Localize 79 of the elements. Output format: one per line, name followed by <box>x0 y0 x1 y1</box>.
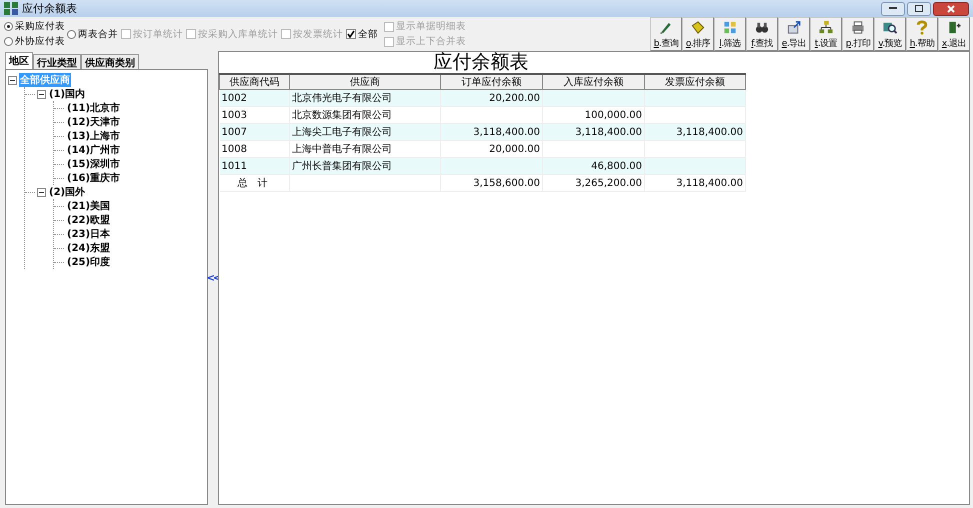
toolbar-button[interactable]: v.预览 <box>874 17 906 51</box>
printer-icon <box>850 20 866 35</box>
checkbox-label: 按发票统计 <box>293 28 343 40</box>
binoculars-icon <box>754 20 770 35</box>
tree-item[interactable]: (1)国内 <box>48 87 86 101</box>
table-cell: 北京伟光电子有限公司 <box>290 90 440 106</box>
checkbox[interactable] <box>346 29 356 39</box>
tree-item[interactable]: (2)国外 <box>48 185 86 199</box>
collapse-toggle[interactable] <box>37 90 46 98</box>
app-icon <box>4 2 18 15</box>
toolbar-button[interactable]: t.设置 <box>810 17 842 51</box>
table-cell: 3,118,400.00 <box>644 124 746 140</box>
checkbox-label: 显示单据明细表 <box>396 20 466 33</box>
checkbox-label: 按采购入库单统计 <box>198 28 278 40</box>
table-cell: 1007 <box>220 124 290 140</box>
tree-item[interactable]: (23)日本 <box>66 227 112 241</box>
column-header[interactable]: 发票应付余额 <box>644 74 746 90</box>
toolbar-button[interactable]: f.查找 <box>746 17 778 51</box>
table-cell: 3,118,400.00 <box>440 124 542 140</box>
column-header[interactable]: 订单应付余额 <box>440 74 542 90</box>
help-icon <box>914 20 930 35</box>
table-cell: 3,118,400.00 <box>644 174 746 192</box>
table-cell: 3,265,200.00 <box>542 174 644 192</box>
magnifier-icon <box>882 20 898 35</box>
table-cell: 1011 <box>220 158 290 174</box>
maximize-icon <box>915 5 923 12</box>
tree-item[interactable]: (16)重庆市 <box>66 171 122 185</box>
radio-button[interactable] <box>4 22 13 31</box>
table-cell: 1002 <box>220 90 290 106</box>
toolbar-button[interactable]: p.打印 <box>842 17 874 51</box>
tree-item[interactable]: (13)上海市 <box>66 129 122 143</box>
export-icon <box>786 20 802 35</box>
checkbox-label: 全部 <box>358 28 378 40</box>
table-cell: 3,118,400.00 <box>542 124 644 140</box>
column-header[interactable]: 供应商代码 <box>220 74 290 90</box>
table-cell: 广州长普集团有限公司 <box>290 158 440 174</box>
table-cell: 上海尖工电子有限公司 <box>290 124 440 140</box>
tree-item[interactable]: (24)东盟 <box>66 241 112 255</box>
tree-item[interactable]: (12)天津市 <box>66 115 122 129</box>
minimize-icon <box>889 7 897 10</box>
toolbar-button[interactable]: e.导出 <box>778 17 810 51</box>
table-cell: 3,158,600.00 <box>440 174 542 192</box>
column-header[interactable]: 入库应付余额 <box>542 74 644 90</box>
tab[interactable]: 供应商类别 <box>81 54 139 69</box>
tag-icon <box>690 20 706 35</box>
radio-label: 采购应付表 <box>15 20 65 33</box>
table-cell: 46,800.00 <box>542 158 644 174</box>
radio-label: 两表合并 <box>78 28 118 40</box>
tree-item[interactable]: (21)美国 <box>66 199 112 213</box>
radio-button[interactable] <box>67 30 76 38</box>
checkbox-label: 显示上下合并表 <box>396 35 466 48</box>
toolbar-button[interactable]: x.退出 <box>938 17 970 51</box>
tree-item[interactable]: (15)深圳市 <box>66 157 122 171</box>
collapse-toggle[interactable] <box>37 188 46 196</box>
tab[interactable]: 地区 <box>5 52 33 69</box>
radio-label: 外协应付表 <box>15 35 65 48</box>
total-label: 总 计 <box>220 174 290 192</box>
collapse-toggle[interactable] <box>8 76 17 84</box>
tree-item[interactable]: (11)北京市 <box>66 101 122 115</box>
radio-button[interactable] <box>4 37 13 46</box>
tree-item[interactable]: (22)欧盟 <box>66 213 112 227</box>
toolbar-button[interactable]: l.筛选 <box>714 17 746 51</box>
checkbox-label: 按订单统计 <box>133 28 183 40</box>
hierarchy-icon <box>818 20 834 35</box>
tree-item[interactable]: (25)印度 <box>66 255 112 269</box>
tree-item[interactable]: (14)广州市 <box>66 143 122 157</box>
tab[interactable]: 行业类型 <box>33 54 81 69</box>
toolbar-button[interactable]: o.排序 <box>682 17 714 51</box>
grid-icon <box>722 20 738 35</box>
toolbar-button[interactable]: h.帮助 <box>906 17 938 51</box>
close-button[interactable] <box>933 2 969 16</box>
minimize-button[interactable] <box>881 2 905 16</box>
maximize-button[interactable] <box>907 2 931 16</box>
report-title: 应付余额表 <box>432 52 530 73</box>
table-cell: 20,200.00 <box>440 90 542 106</box>
column-header[interactable]: 供应商 <box>290 74 440 90</box>
close-icon <box>947 4 955 12</box>
window-title: 应付余额表 <box>22 1 77 16</box>
toolbar-button[interactable]: b.查询 <box>650 17 682 51</box>
